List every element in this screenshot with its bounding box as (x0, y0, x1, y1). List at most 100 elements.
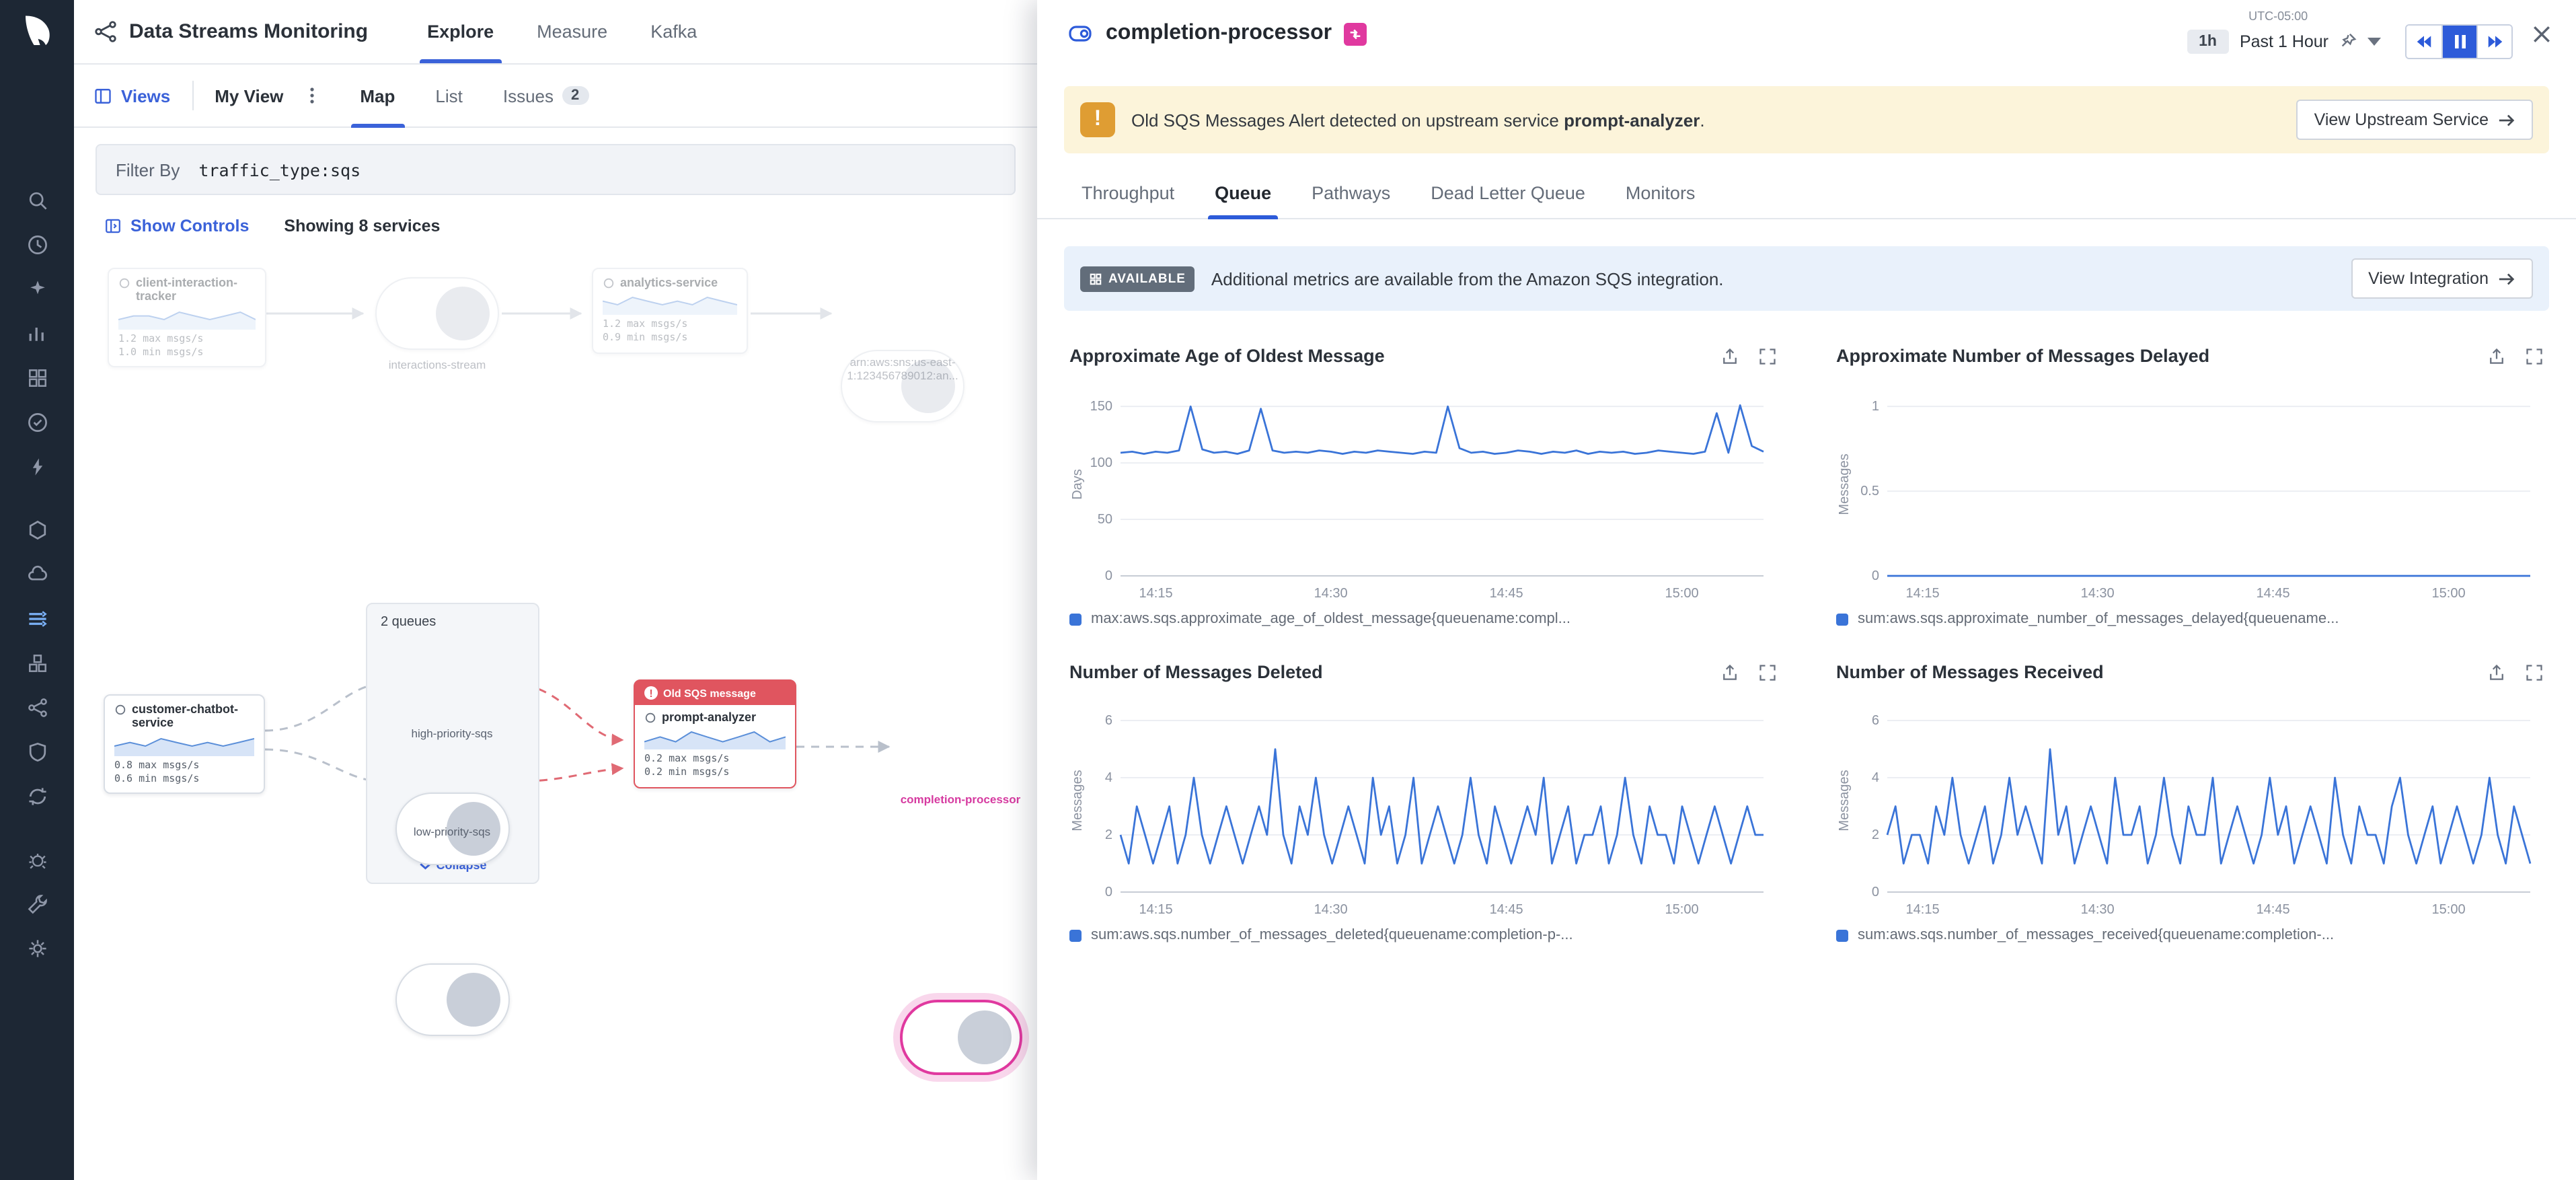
node-customer-chatbot-service[interactable]: customer-chatbot-service 0.8 max msgs/s … (104, 694, 265, 794)
alert-service-name: prompt-analyzer (1564, 110, 1700, 130)
page-title: Data Streams Monitoring (129, 20, 368, 43)
view-integration-button[interactable]: View Integration (2351, 258, 2533, 299)
charts-grid: Approximate Age of Oldest Message 050100… (1037, 311, 2576, 943)
dashboards-icon[interactable] (22, 363, 52, 393)
fast-forward-button[interactable] (2476, 25, 2511, 57)
tab-explore[interactable]: Explore (406, 0, 515, 63)
min-throughput: 1.0 min msgs/s (118, 346, 256, 359)
node-alert-banner: ! Old SQS message (635, 681, 795, 705)
view-upstream-service-button[interactable]: View Upstream Service (2297, 100, 2533, 140)
tab-list[interactable]: List (415, 64, 482, 127)
tab-queue[interactable]: Queue (1197, 172, 1289, 218)
views-button[interactable]: Views (93, 85, 170, 106)
network-icon[interactable] (22, 693, 52, 723)
tab-kafka[interactable]: Kafka (629, 0, 718, 63)
expand-icon[interactable] (1758, 346, 1777, 365)
available-badge: AVAILABLE (1080, 266, 1195, 291)
legend-label: max:aws.sqs.approximate_age_of_oldest_me… (1091, 611, 1570, 627)
node-name: prompt-analyzer (662, 710, 756, 725)
export-icon[interactable] (1720, 346, 1739, 365)
node-analytics-service[interactable]: analytics-service 1.2 max msgs/s 0.9 min… (592, 268, 748, 353)
close-panel-icon[interactable] (2532, 24, 2552, 44)
chart-card-age-of-oldest-message: Approximate Age of Oldest Message 050100… (1069, 346, 1777, 627)
ci-icon[interactable] (22, 782, 52, 811)
tab-monitors[interactable]: Monitors (1608, 172, 1713, 218)
current-view-selector[interactable]: My View (215, 85, 283, 106)
tab-pathways[interactable]: Pathways (1294, 172, 1408, 218)
pause-button[interactable] (2441, 25, 2476, 57)
legend-swatch (1836, 613, 1848, 625)
queue-knob (436, 287, 490, 340)
svg-text:15:00: 15:00 (1665, 902, 1699, 917)
history-icon[interactable] (22, 230, 52, 260)
export-icon[interactable] (1720, 663, 1739, 681)
max-throughput: 0.8 max msgs/s (114, 758, 254, 772)
integrations-icon[interactable] (22, 889, 52, 919)
queue-group-label: 2 queues (381, 615, 436, 630)
expand-icon[interactable] (1758, 663, 1777, 681)
node-low-priority-sqs[interactable] (395, 963, 510, 1036)
metrics-icon[interactable] (22, 319, 52, 348)
node-prompt-analyzer[interactable]: ! Old SQS message prompt-analyzer 0.2 ma… (634, 679, 796, 788)
rewind-button[interactable] (2407, 25, 2441, 57)
time-range-label[interactable]: Past 1 Hour (2240, 32, 2328, 50)
node-client-interaction-tracker[interactable]: client-interaction-tracker 1.2 max msgs/… (108, 268, 266, 367)
line-chart[interactable]: 05010015014:1514:3014:4515:00Days (1069, 379, 1777, 605)
tab-measure[interactable]: Measure (515, 0, 629, 63)
node-interactions-stream[interactable] (375, 277, 499, 350)
show-controls-button[interactable]: Show Controls (104, 217, 249, 235)
svg-text:14:45: 14:45 (2257, 902, 2290, 917)
node-completion-processor[interactable] (900, 1000, 1022, 1075)
panel-header: completion-processor UTC-05:00 1h Past 1… (1037, 0, 2576, 67)
svg-text:14:30: 14:30 (2081, 586, 2115, 601)
tab-throughput[interactable]: Throughput (1064, 172, 1192, 218)
monitors-icon[interactable] (22, 408, 52, 437)
filter-by-label: Filter By (116, 159, 180, 180)
filter-query-value: traffic_type:sqs (198, 159, 361, 180)
app: client-interaction-tracker 1.2 max msgs/… (0, 0, 2576, 1180)
time-range-chip[interactable]: 1h (2187, 29, 2229, 53)
export-icon[interactable] (2487, 663, 2506, 681)
line-chart[interactable]: 024614:1514:3014:4515:00Messages (1836, 696, 2544, 922)
expand-icon[interactable] (2525, 663, 2544, 681)
svg-text:100: 100 (1090, 455, 1112, 470)
tab-map[interactable]: Map (340, 64, 415, 127)
line-chart[interactable]: 00.5114:1514:3014:4515:00Messages (1836, 379, 2544, 605)
tab-issues[interactable]: Issues2 (483, 64, 609, 127)
panel-title: completion-processor (1106, 22, 1332, 46)
svg-text:150: 150 (1090, 399, 1112, 414)
datadog-logo[interactable] (17, 11, 57, 51)
svg-text:14:15: 14:15 (1139, 586, 1173, 601)
containers-icon[interactable] (22, 649, 52, 678)
min-throughput: 0.9 min msgs/s (603, 332, 737, 345)
view-options-menu[interactable] (302, 86, 321, 105)
search-icon[interactable] (22, 186, 52, 215)
max-throughput: 1.2 max msgs/s (603, 318, 737, 332)
chevron-down-icon[interactable] (2367, 34, 2381, 48)
infrastructure-icon[interactable] (22, 560, 52, 589)
service-icon (114, 704, 126, 716)
filter-input[interactable]: Filter By traffic_type:sqs (96, 144, 1016, 195)
svg-text:50: 50 (1098, 512, 1112, 527)
expand-icon[interactable] (2525, 346, 2544, 365)
filter-bar: Filter By traffic_type:sqs (74, 128, 1037, 206)
line-chart[interactable]: 024614:1514:3014:4515:00Messages (1069, 696, 1777, 922)
security-icon[interactable] (22, 737, 52, 767)
svg-text:0: 0 (1105, 885, 1112, 899)
service-icon (118, 277, 130, 289)
alert-message: Old SQS Messages Alert detected on upstr… (1131, 110, 1705, 130)
legend-swatch (1069, 613, 1082, 625)
view-toolbar: Views My View Map List Issues2 (74, 65, 1037, 128)
services-count-label: Showing 8 services (284, 217, 440, 235)
apm-icon[interactable] (22, 452, 52, 482)
data-streams-icon[interactable] (22, 604, 52, 634)
tab-dead-letter-queue[interactable]: Dead Letter Queue (1413, 172, 1603, 218)
export-icon[interactable] (2487, 346, 2506, 365)
svg-text:15:00: 15:00 (2432, 586, 2466, 601)
queue-knob (958, 1010, 1012, 1064)
sparkles-icon[interactable] (22, 274, 52, 304)
bug-icon[interactable] (22, 845, 52, 875)
service-mgmt-icon[interactable] (22, 515, 52, 545)
pin-icon[interactable] (2339, 32, 2357, 50)
settings-gear-icon[interactable] (22, 934, 52, 963)
